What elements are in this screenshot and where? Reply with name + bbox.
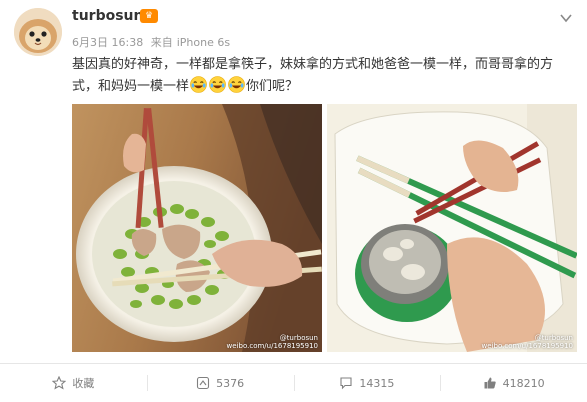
post-photo-2[interactable]: @turbosun weibo.com/u/1678195910 [327, 104, 577, 352]
post-photo-1[interactable]: @turbosun weibo.com/u/1678195910 [72, 104, 322, 352]
laughing-crying-emoji [209, 76, 226, 93]
source-device: iPhone 6s [176, 36, 231, 49]
favorite-button[interactable]: 收藏 [0, 364, 147, 402]
avatar[interactable] [14, 8, 62, 56]
repost-icon [197, 376, 210, 390]
action-bar: 收藏 5376 14315 418210 [0, 363, 587, 402]
repost-count: 5376 [216, 376, 245, 390]
like-count: 418210 [502, 376, 545, 390]
vip-badge-icon[interactable]: ♛ [140, 9, 158, 23]
photo-watermark: @turbosun weibo.com/u/1678195910 [226, 334, 318, 350]
laughing-crying-emoji [228, 76, 245, 93]
repost-button[interactable]: 5376 [146, 364, 294, 402]
source-prefix: 来自 [150, 36, 173, 49]
comment-button[interactable]: 14315 [293, 364, 441, 402]
like-button[interactable]: 418210 [440, 364, 587, 402]
post-text-main: 基因真的好神奇，一样都是拿筷子，妹妹拿的方式和她爸爸一模一样，而哥哥拿的方式，和… [72, 57, 554, 94]
favorite-label: 收藏 [72, 377, 95, 390]
laughing-crying-emoji [190, 76, 207, 93]
post-meta: 6月3日 16:38 来自 iPhone 6s [72, 34, 234, 50]
thumbs-up-icon [484, 377, 496, 389]
star-icon [52, 376, 67, 390]
post-text: 基因真的好神奇，一样都是拿筷子，妹妹拿的方式和她爸爸一模一样，而哥哥拿的方式，和… [72, 54, 572, 98]
photo-watermark: @turbosun weibo.com/u/1678195910 [481, 334, 573, 350]
post-text-tail: 你们呢？ [246, 79, 299, 94]
comment-count: 14315 [359, 376, 395, 390]
comment-icon [340, 377, 352, 390]
post-date[interactable]: 6月3日 16:38 [72, 36, 143, 49]
username-link[interactable]: turbosun [72, 8, 143, 24]
chevron-down-icon[interactable] [559, 10, 573, 24]
